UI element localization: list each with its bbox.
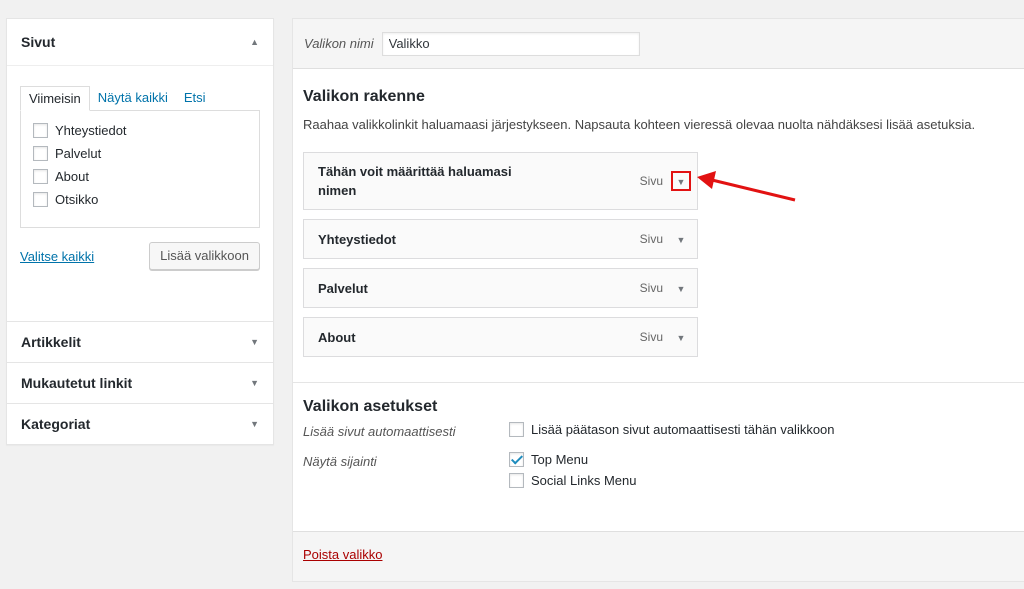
triangle-down-icon[interactable]: ▼ xyxy=(677,284,686,294)
tab-search[interactable]: Etsi xyxy=(176,86,214,111)
list-item[interactable]: Yhteystiedot xyxy=(33,119,247,142)
page-checkbox[interactable] xyxy=(33,169,48,184)
menu-item-title: About xyxy=(318,329,356,345)
accordion-pages-body: Viimeisin Näytä kaikki Etsi Yhteystiedot… xyxy=(7,66,273,321)
tab-recent[interactable]: Viimeisin xyxy=(20,86,90,111)
accordion-posts-header[interactable]: Artikkelit ▼ xyxy=(7,321,273,362)
page-label: Otsikko xyxy=(55,192,99,207)
location-option-label: Social Links Menu xyxy=(531,473,637,488)
triangle-down-icon[interactable]: ▼ xyxy=(250,404,259,445)
pages-checklist: Yhteystiedot Palvelut About Otsikko xyxy=(20,110,260,228)
page-label: Yhteystiedot xyxy=(55,123,127,138)
page-label: About xyxy=(55,169,89,184)
menu-editor: Valikon nimi Valikon rakenne Raahaa vali… xyxy=(292,18,1024,582)
select-all-link[interactable]: Valitse kaikki xyxy=(20,249,94,264)
auto-add-option[interactable]: Lisää päätason sivut automaattisesti täh… xyxy=(509,419,835,440)
menu-item-title: Yhteystiedot xyxy=(318,231,397,247)
top-menu-checkbox[interactable] xyxy=(509,452,524,467)
add-to-menu-button[interactable]: Lisää valikkoon xyxy=(149,242,260,270)
add-menu-items-panel: Sivut ▲ Viimeisin Näytä kaikki Etsi Yhte… xyxy=(6,18,274,445)
triangle-up-icon[interactable]: ▲ xyxy=(250,19,259,66)
menu-item-title-line2: nimen xyxy=(318,183,357,198)
location-row: Näytä sijainti Top Menu Social Links Men… xyxy=(303,449,1021,491)
delete-menu-link[interactable]: Poista valikko xyxy=(303,547,382,562)
menu-footer: Poista valikko xyxy=(293,531,1024,581)
menu-item-title: Tähän voit määrittää haluamasi nimen xyxy=(318,162,512,200)
auto-add-label: Lisää sivut automaattisesti xyxy=(303,424,456,439)
menu-name-label: Valikon nimi xyxy=(304,36,374,51)
accordion-custom-links-header[interactable]: Mukautetut linkit ▼ xyxy=(7,362,273,403)
menu-item[interactable]: About Sivu ▼ xyxy=(303,317,698,357)
menu-settings: Valikon asetukset Lisää sivut automaatti… xyxy=(293,383,1024,491)
accordion-categories-title: Kategoriat xyxy=(21,416,91,432)
triangle-down-icon[interactable]: ▼ xyxy=(250,363,259,404)
expand-item-arrow[interactable]: ▼ xyxy=(671,327,691,347)
triangle-down-icon[interactable]: ▼ xyxy=(677,235,686,245)
accordion-custom-links-title: Mukautetut linkit xyxy=(21,375,133,391)
list-item[interactable]: Otsikko xyxy=(33,188,247,211)
location-option-label: Top Menu xyxy=(531,452,589,467)
page-checkbox[interactable] xyxy=(33,146,48,161)
triangle-down-icon[interactable]: ▼ xyxy=(250,322,259,363)
expand-item-arrow[interactable]: ▼ xyxy=(671,171,691,191)
menu-name-input[interactable] xyxy=(381,31,640,56)
menu-item[interactable]: Yhteystiedot Sivu ▼ xyxy=(303,219,698,259)
triangle-down-icon[interactable]: ▼ xyxy=(677,177,686,187)
accordion-pages: Sivut ▲ Viimeisin Näytä kaikki Etsi Yhte… xyxy=(6,18,274,445)
list-item[interactable]: About xyxy=(33,165,247,188)
accordion-pages-header[interactable]: Sivut ▲ xyxy=(7,19,273,66)
page-checkbox[interactable] xyxy=(33,123,48,138)
pages-tabs: Viimeisin Näytä kaikki Etsi xyxy=(20,86,260,111)
location-label: Näytä sijainti xyxy=(303,454,377,469)
menu-item[interactable]: Tähän voit määrittää haluamasi nimen Siv… xyxy=(303,152,698,210)
expand-item-arrow[interactable]: ▼ xyxy=(671,278,691,298)
accordion-categories-header[interactable]: Kategoriat ▼ xyxy=(7,403,273,444)
menu-item-title: Palvelut xyxy=(318,280,368,296)
menu-item-type: Sivu xyxy=(639,330,663,344)
menu-item[interactable]: Palvelut Sivu ▼ xyxy=(303,268,698,308)
pages-actions: Valitse kaikki Lisää valikkoon xyxy=(20,242,260,270)
list-item[interactable]: Palvelut xyxy=(33,142,247,165)
accordion-posts-title: Artikkelit xyxy=(21,334,81,350)
menu-item-title-line1: Tähän voit määrittää haluamasi xyxy=(318,164,512,179)
page-checkbox[interactable] xyxy=(33,192,48,207)
location-option[interactable]: Social Links Menu xyxy=(509,470,637,491)
location-option[interactable]: Top Menu xyxy=(509,449,637,470)
page-label: Palvelut xyxy=(55,146,102,161)
location-options: Top Menu Social Links Menu xyxy=(509,449,637,491)
menu-item-type: Sivu xyxy=(639,281,663,295)
triangle-down-icon[interactable]: ▼ xyxy=(677,333,686,343)
accordion-pages-title: Sivut xyxy=(21,34,56,50)
social-links-menu-checkbox[interactable] xyxy=(509,473,524,488)
settings-title: Valikon asetukset xyxy=(303,398,438,415)
menu-structure: Valikon rakenne Raahaa valikkolinkit hal… xyxy=(293,69,1024,357)
auto-add-row: Lisää sivut automaattisesti Lisää päätas… xyxy=(303,419,1021,449)
expand-item-arrow[interactable]: ▼ xyxy=(671,229,691,249)
menu-item-type: Sivu xyxy=(639,174,663,188)
structure-title: Valikon rakenne xyxy=(303,88,425,105)
menu-header: Valikon nimi xyxy=(293,19,1024,69)
auto-add-checkbox[interactable] xyxy=(509,422,524,437)
tab-view-all[interactable]: Näytä kaikki xyxy=(90,86,176,111)
menu-item-type: Sivu xyxy=(639,232,663,246)
auto-add-options: Lisää päätason sivut automaattisesti täh… xyxy=(509,419,835,449)
auto-add-option-label: Lisää päätason sivut automaattisesti täh… xyxy=(531,422,835,437)
structure-description: Raahaa valikkolinkit haluamaasi järjesty… xyxy=(303,117,976,132)
